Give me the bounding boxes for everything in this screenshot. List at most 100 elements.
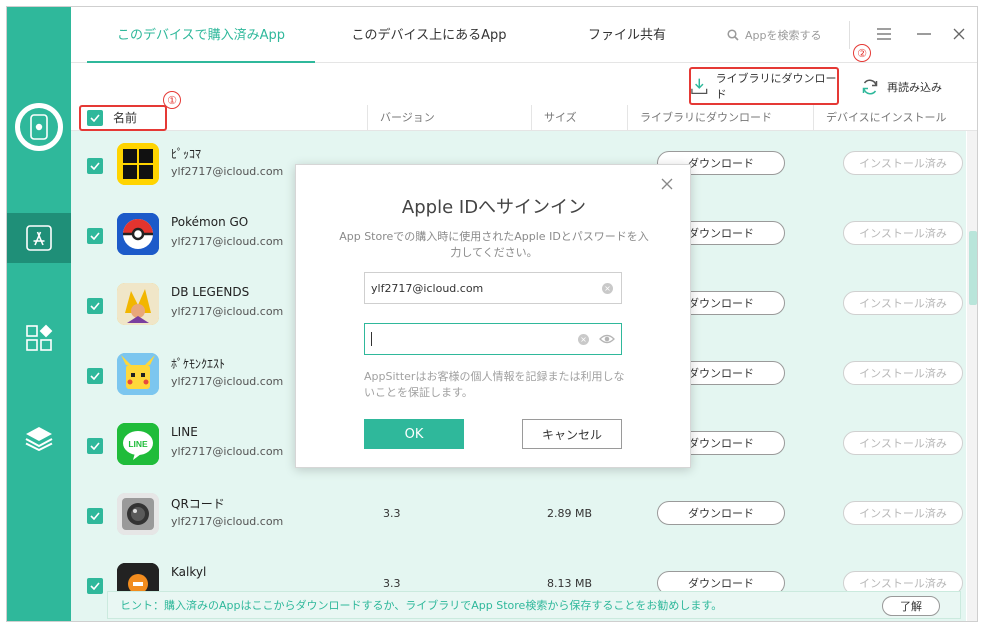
password-field[interactable]: × <box>364 323 622 355</box>
install-button: インストール済み <box>843 291 963 315</box>
device-avatar[interactable] <box>15 103 63 151</box>
search-icon <box>727 29 739 41</box>
app-account: ylf2717@icloud.com <box>171 235 284 248</box>
close-window-button[interactable] <box>948 23 970 45</box>
check-icon <box>90 232 100 240</box>
apple-id-field[interactable]: ylf2717@icloud.com × <box>364 272 622 304</box>
check-icon <box>90 442 100 450</box>
toolbar: ライブラリにダウンロード ② 再読み込み <box>71 44 977 107</box>
app-size: 8.13 MB <box>547 577 593 590</box>
header-version[interactable]: バージョン <box>367 105 531 131</box>
minimize-button[interactable] <box>913 23 935 45</box>
hamburger-icon <box>877 28 891 40</box>
check-icon <box>90 582 100 590</box>
install-button: インストール済み <box>843 501 963 525</box>
header-device: デバイスにインストール <box>813 105 977 131</box>
privacy-note: AppSitterはお客様の個人情報を記録または利用しないことを保証します。 <box>364 370 625 399</box>
download-to-library-label: ライブラリにダウンロード <box>715 72 837 101</box>
sidebar-item-apps-grid[interactable] <box>7 313 71 363</box>
scrollbar[interactable] <box>967 131 977 621</box>
sidebar <box>7 7 71 621</box>
line-app-icon: LINE <box>117 423 159 465</box>
dialog-close-button[interactable] <box>658 175 676 193</box>
eye-icon[interactable] <box>599 332 615 346</box>
app-account: ylf2717@icloud.com <box>171 305 284 318</box>
app-version: 3.3 <box>383 577 401 590</box>
table-header: 名前 ① バージョン サイズ ライブラリにダウンロード デバイスにインストール <box>71 91 977 131</box>
piccoma-app-icon <box>117 143 159 185</box>
row-checkbox[interactable] <box>87 298 103 314</box>
layers-icon <box>25 427 53 451</box>
apple-id-signin-dialog: Apple IDへサインイン App Storeでの購入時に使用されたApple… <box>295 164 691 468</box>
app-name: ﾋﾟｯｺﾏ <box>171 147 202 161</box>
ok-button[interactable]: OK <box>364 419 464 449</box>
app-name: Kalkyl <box>171 565 207 579</box>
annotation-badge-1: ① <box>163 91 181 109</box>
tab-device-apps[interactable]: このデバイス上にあるApp <box>323 7 535 63</box>
clear-icon[interactable]: × <box>578 334 589 345</box>
close-icon <box>661 178 673 190</box>
close-icon <box>953 28 965 40</box>
install-button: インストール済み <box>843 361 963 385</box>
divider <box>849 21 850 49</box>
apple-id-value: ylf2717@icloud.com <box>371 281 484 295</box>
select-all-name-header[interactable]: 名前 <box>79 105 167 131</box>
search-input[interactable]: Appを検索する <box>727 25 847 45</box>
install-button: インストール済み <box>843 151 963 175</box>
row-checkbox[interactable] <box>87 158 103 174</box>
check-icon <box>90 302 100 310</box>
reload-button[interactable]: 再読み込み <box>861 75 942 99</box>
minimize-icon <box>917 33 931 35</box>
install-button: インストール済み <box>843 431 963 455</box>
sidebar-item-library[interactable] <box>7 413 71 463</box>
app-account: ylf2717@icloud.com <box>171 375 284 388</box>
app-account: ylf2717@icloud.com <box>171 165 284 178</box>
app-account: ylf2717@icloud.com <box>171 445 284 458</box>
check-icon <box>90 114 100 122</box>
tab-file-sharing[interactable]: ファイル共有 <box>541 7 713 63</box>
app-store-icon <box>26 225 52 251</box>
check-icon <box>90 162 100 170</box>
download-to-library-button[interactable]: ライブラリにダウンロード <box>689 67 839 105</box>
install-button: インストール済み <box>843 221 963 245</box>
cancel-button[interactable]: キャンセル <box>522 419 622 449</box>
app-name: Pokémon GO <box>171 215 249 229</box>
header-library: ライブラリにダウンロード <box>627 105 813 131</box>
row-checkbox[interactable] <box>87 368 103 384</box>
annotation-badge-2: ② <box>853 44 871 62</box>
row-checkbox[interactable] <box>87 228 103 244</box>
pokemon-go-app-icon <box>117 213 159 255</box>
scrollbar-thumb[interactable] <box>969 231 977 305</box>
app-window: このデバイスで購入済みApp このデバイス上にあるApp ファイル共有 Appを… <box>6 6 978 622</box>
header-size[interactable]: サイズ <box>531 105 627 131</box>
row-checkbox[interactable] <box>87 438 103 454</box>
app-version: 3.3 <box>383 507 401 520</box>
pokemon-quest-app-icon <box>117 353 159 395</box>
db-legends-app-icon <box>117 283 159 325</box>
tab-purchased-apps[interactable]: このデバイスで購入済みApp <box>87 7 315 63</box>
select-all-checkbox[interactable] <box>87 110 103 126</box>
row-checkbox[interactable] <box>87 578 103 594</box>
hint-bar: ヒント：購入済みのAppはここからダウンロードするか、ライブラリでApp Sto… <box>107 591 961 619</box>
qr-code-app-icon <box>117 493 159 535</box>
app-size: 2.89 MB <box>547 507 593 520</box>
app-name: LINE <box>171 425 198 439</box>
dismiss-hint-button[interactable]: 了解 <box>882 596 940 616</box>
refresh-icon <box>862 79 878 95</box>
hint-text: ヒント：購入済みのAppはここからダウンロードするか、ライブラリでApp Sto… <box>120 599 723 612</box>
download-button[interactable]: ダウンロード <box>657 501 785 525</box>
table-row: QRコード ylf2717@icloud.com 3.3 2.89 MB ダウン… <box>71 481 966 551</box>
iphone-icon <box>30 114 48 140</box>
check-icon <box>90 372 100 380</box>
menu-button[interactable] <box>873 23 895 45</box>
sidebar-item-app-manager[interactable] <box>7 213 71 263</box>
download-icon <box>691 78 708 95</box>
dialog-title: Apple IDへサインイン <box>401 197 587 218</box>
apps-grid-icon <box>26 324 53 351</box>
check-icon <box>90 512 100 520</box>
row-checkbox[interactable] <box>87 508 103 524</box>
text-cursor <box>371 332 372 346</box>
clear-icon[interactable]: × <box>602 283 613 294</box>
app-name: DB LEGENDS <box>171 285 250 299</box>
top-tabs: このデバイスで購入済みApp このデバイス上にあるApp ファイル共有 Appを… <box>71 7 977 63</box>
